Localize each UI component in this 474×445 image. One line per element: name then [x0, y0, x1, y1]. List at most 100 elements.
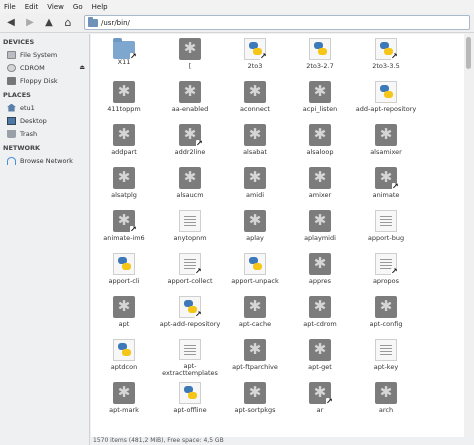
file-name: apt-add-repository [159, 321, 221, 328]
home-icon[interactable]: ⌂ [61, 16, 75, 30]
file-item[interactable]: animate-im6 [91, 206, 157, 248]
file-item[interactable]: alsabat [222, 120, 288, 162]
menu-file[interactable]: File [4, 3, 16, 11]
executable-gear-icon [309, 339, 331, 361]
devices-header: DEVICES [3, 38, 35, 46]
menu-go[interactable]: Go [73, 3, 83, 11]
sidebar-item-label: CDROM [20, 63, 45, 72]
file-item[interactable]: 411toppm [91, 77, 157, 119]
file-item[interactable]: apt-key [353, 335, 419, 377]
file-item[interactable]: 2to3 [222, 34, 288, 76]
file-item[interactable]: aplay [222, 206, 288, 248]
file-item[interactable]: alsaloop [287, 120, 353, 162]
eject-icon[interactable]: ⏏ [79, 64, 85, 71]
file-item[interactable]: apt-config [353, 292, 419, 334]
file-item[interactable]: apt-get [287, 335, 353, 377]
file-item[interactable]: apport-cli [91, 249, 157, 291]
sidebar-item-floppy-disk[interactable]: Floppy Disk [0, 74, 89, 87]
file-item[interactable]: apt-cache [222, 292, 288, 334]
file-name: ar [316, 407, 324, 414]
sidebar-item-label: Trash [20, 129, 38, 138]
file-item[interactable]: apt- extracttemplates [157, 335, 223, 377]
executable-gear-icon [309, 81, 331, 103]
file-item[interactable]: apt-ftparchive [222, 335, 288, 377]
file-item[interactable]: aptdcon [91, 335, 157, 377]
status-bar: 1570 items (481,2 MiB), Free space: 4,5 … [91, 437, 474, 445]
vertical-scrollbar[interactable] [464, 34, 474, 437]
file-item[interactable]: 2to3-3.5 [353, 34, 419, 76]
file-item[interactable]: apt-cdrom [287, 292, 353, 334]
python-script-icon [179, 296, 203, 319]
back-arrow-icon[interactable]: ◀ [4, 16, 18, 30]
file-name: appres [308, 278, 332, 285]
file-name: apt-ftparchive [232, 364, 278, 371]
file-item[interactable]: 2to3-2.7 [287, 34, 353, 76]
python-script-icon [309, 38, 331, 60]
sidebar: DEVICES File System CDROM ⏏ Floppy Disk … [0, 34, 90, 445]
menu-view[interactable]: View [47, 3, 64, 11]
executable-gear-icon [375, 124, 397, 146]
symlink-arrow-icon [392, 183, 400, 191]
file-item[interactable]: [ [157, 34, 223, 76]
location-bar[interactable]: /usr/bin/ [84, 15, 470, 30]
file-item[interactable]: apt-offline [157, 378, 223, 420]
menu-bar: File Edit View Go Help [0, 0, 474, 13]
forward-arrow-icon[interactable]: ▶ [23, 16, 37, 30]
file-item[interactable]: addr2line [157, 120, 223, 162]
file-item[interactable]: apport-bug [353, 206, 419, 248]
floppy-icon [7, 76, 16, 85]
menu-help[interactable]: Help [92, 3, 108, 11]
folder-icon [113, 38, 138, 61]
file-item[interactable]: apt-add-repository [157, 292, 223, 334]
file-item[interactable]: acpi_listen [287, 77, 353, 119]
python-script-icon [375, 38, 399, 61]
file-item[interactable]: amidi [222, 163, 288, 205]
scrollbar-thumb[interactable] [466, 37, 471, 69]
sidebar-item-label: etu1 [20, 103, 35, 112]
location-path: /usr/bin/ [101, 18, 130, 27]
file-item[interactable]: amixer [287, 163, 353, 205]
file-item[interactable]: anytopnm [157, 206, 223, 248]
text-script-icon [375, 210, 397, 232]
file-item[interactable]: addpart [91, 120, 157, 162]
file-item[interactable]: alsamixer [353, 120, 419, 162]
python-script-icon [179, 382, 201, 404]
file-item[interactable]: animate [353, 163, 419, 205]
symlink-arrow-icon [130, 53, 138, 61]
executable-gear-icon [244, 81, 266, 103]
file-item[interactable]: appres [287, 249, 353, 291]
sidebar-item-cdrom[interactable]: CDROM ⏏ [0, 61, 89, 74]
python-script-icon [375, 81, 397, 103]
file-name: apt-get [308, 364, 332, 371]
file-item[interactable]: apt-sortpkgs [222, 378, 288, 420]
file-item[interactable]: aa-enabled [157, 77, 223, 119]
symlink-arrow-icon [195, 268, 203, 276]
executable-gear-icon [309, 296, 331, 318]
file-item[interactable]: apport-collect [157, 249, 223, 291]
file-item[interactable]: alsaucm [157, 163, 223, 205]
menu-edit[interactable]: Edit [25, 3, 39, 11]
trash-icon [7, 129, 16, 138]
file-item[interactable]: ar [287, 378, 353, 420]
executable-gear-icon [179, 167, 201, 189]
file-item[interactable]: apt-mark [91, 378, 157, 420]
file-item[interactable]: alsatplg [91, 163, 157, 205]
file-item[interactable]: X11 [91, 34, 157, 76]
sidebar-item-label: Floppy Disk [20, 76, 58, 85]
sidebar-item-browse-network[interactable]: Browse Network [0, 154, 89, 167]
file-item[interactable]: apport-unpack [222, 249, 288, 291]
sidebar-item-desktop[interactable]: Desktop [0, 114, 89, 127]
up-arrow-icon[interactable]: ▲ [42, 16, 56, 30]
file-item[interactable]: aconnect [222, 77, 288, 119]
file-item[interactable]: apropos [353, 249, 419, 291]
sidebar-item-file-system[interactable]: File System [0, 48, 89, 61]
file-view[interactable]: X11 [2to3 2to3-2.7 2to3-3.5 411toppm aa-enabl… [91, 34, 464, 437]
file-item[interactable]: apt [91, 292, 157, 334]
file-item[interactable]: arch [353, 378, 419, 420]
file-item[interactable]: add-apt-repository [353, 77, 419, 119]
file-name: alsaucm [176, 192, 204, 199]
file-item[interactable]: aplaymidi [287, 206, 353, 248]
sidebar-item-etu1[interactable]: etu1 [0, 101, 89, 114]
executable-gear-icon [244, 339, 266, 361]
sidebar-item-trash[interactable]: Trash [0, 127, 89, 140]
